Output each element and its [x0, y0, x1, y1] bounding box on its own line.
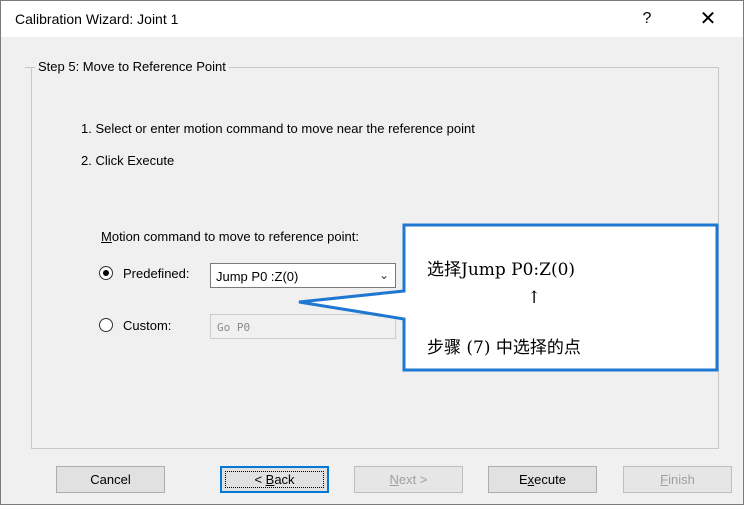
next-accelerator: N	[389, 472, 399, 487]
execute-rest: ecute	[534, 472, 566, 487]
finish-rest: inish	[668, 472, 695, 487]
execute-prefix: E	[519, 472, 528, 487]
finish-accelerator: F	[660, 472, 669, 487]
next-button[interactable]: Next >	[354, 466, 463, 493]
callout-line-2: 步骤 (7) 中选择的点	[427, 338, 581, 358]
finish-button[interactable]: Finish	[623, 466, 732, 493]
calibration-wizard-dialog: Calibration Wizard: Joint 1 ? ✕ Step 5: …	[0, 0, 744, 505]
execute-button[interactable]: Execute	[488, 466, 597, 493]
callout-bubble	[298, 223, 719, 372]
cancel-button[interactable]: Cancel	[56, 466, 165, 493]
callout-line-1: 选择Jump P0:Z(0)	[427, 260, 576, 280]
back-button[interactable]: < Back	[220, 466, 329, 493]
focus-rectangle	[225, 471, 324, 488]
up-arrow-icon: ↑	[527, 288, 542, 308]
next-rest: ext >	[398, 472, 428, 487]
